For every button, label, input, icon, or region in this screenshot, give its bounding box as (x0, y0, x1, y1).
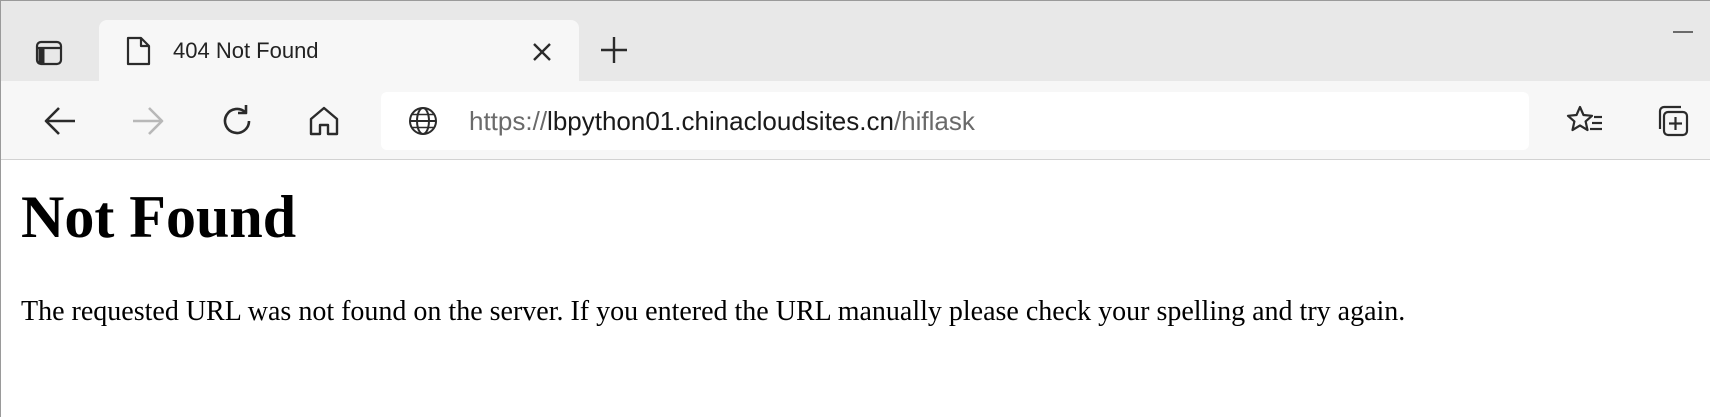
minimize-icon[interactable] (1673, 31, 1693, 33)
home-button[interactable] (304, 101, 344, 141)
tab-title: 404 Not Found (173, 38, 319, 63)
forward-button[interactable] (128, 101, 168, 141)
tab-actions-button[interactable] (31, 35, 67, 71)
favorites-icon (1566, 105, 1602, 132)
tab-active[interactable]: 404 Not Found (99, 20, 579, 82)
close-icon[interactable] (529, 39, 555, 65)
arrow-left-icon (44, 107, 75, 135)
browser-window: 404 Not Found https://lbpython01.chinacl… (0, 0, 1710, 417)
collections-icon (1658, 105, 1689, 137)
page-title: Not Found (21, 184, 297, 250)
toolbar: https://lbpython01.chinacloudsites.cn/hi… (1, 81, 1710, 160)
url-scheme: https:// (469, 106, 548, 136)
refresh-icon (223, 105, 251, 135)
page-icon (126, 36, 151, 66)
refresh-button[interactable] (217, 101, 257, 141)
collections-button[interactable] (1653, 101, 1693, 141)
favorites-button[interactable] (1565, 101, 1605, 141)
plus-icon[interactable] (599, 35, 629, 65)
error-message: The requested URL was not found on the s… (21, 296, 1406, 327)
home-icon (309, 106, 339, 136)
back-button[interactable] (40, 101, 80, 141)
arrow-right-icon (133, 107, 164, 135)
url-host: lbpython01.chinacloudsites.cn (547, 106, 894, 136)
url-path: /hiflask (893, 106, 975, 136)
tab-actions-icon (35, 40, 63, 66)
globe-icon[interactable] (407, 105, 439, 137)
tab-strip: 404 Not Found (1, 1, 1710, 82)
url-text[interactable]: https://lbpython01.chinacloudsites.cn/hi… (469, 105, 975, 137)
address-bar[interactable]: https://lbpython01.chinacloudsites.cn/hi… (381, 92, 1529, 150)
page-content: Not Found The requested URL was not foun… (1, 161, 1710, 417)
